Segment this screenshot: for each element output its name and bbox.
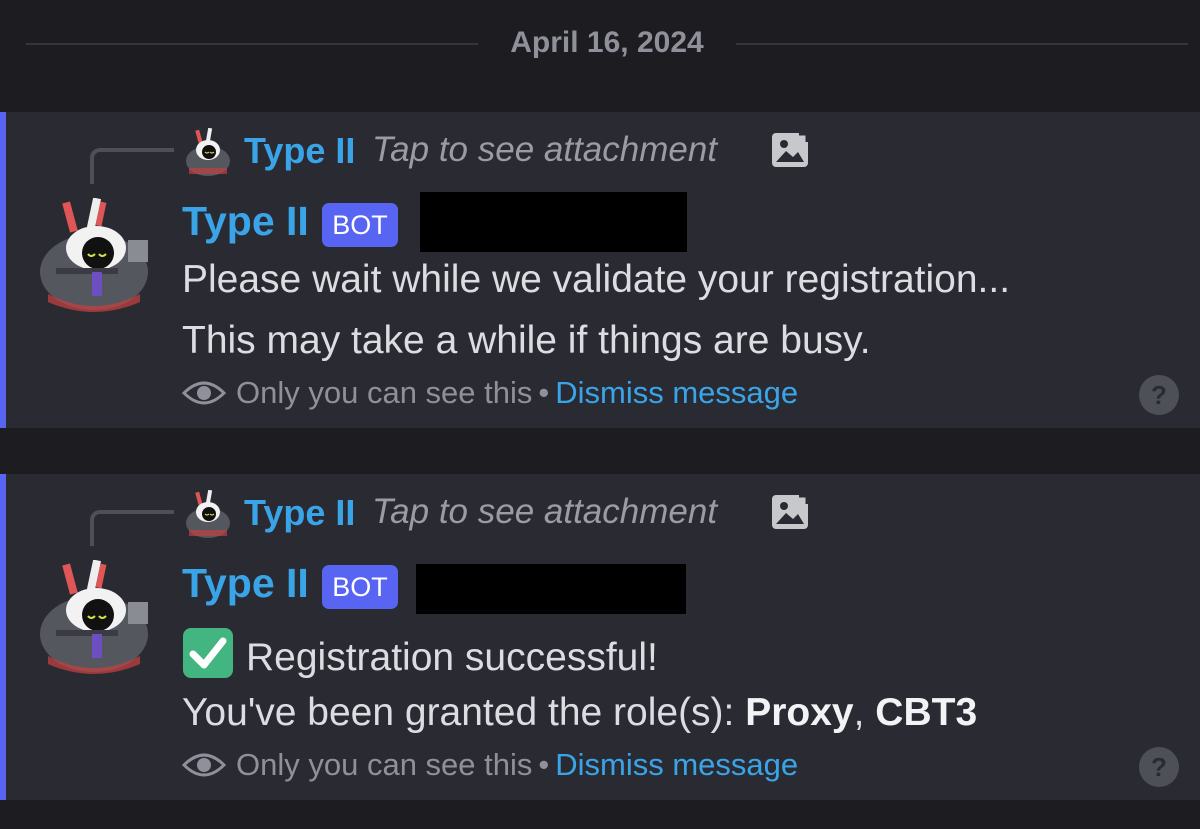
dismiss-message-link[interactable]: Dismiss message	[555, 747, 798, 782]
message-success[interactable]: Type II Tap to see attachment Type II BO…	[0, 474, 1200, 800]
reply-author-name[interactable]: Type II	[244, 492, 355, 534]
reply-avatar[interactable]	[183, 490, 233, 540]
image-icon[interactable]	[771, 132, 809, 168]
date-divider: April 16, 2024	[0, 0, 1200, 90]
separator-dot: •	[538, 747, 550, 782]
image-icon[interactable]	[771, 494, 809, 530]
date-label: April 16, 2024	[510, 26, 704, 59]
reply-connector	[90, 510, 174, 546]
ephemeral-notice: Only you can see this • Dismiss message	[182, 747, 798, 783]
role-separator: ,	[853, 691, 876, 734]
reply-preview-text[interactable]: Tap to see attachment	[372, 130, 717, 170]
help-icon[interactable]: ?	[1138, 746, 1180, 788]
role-cbt3: CBT3	[875, 691, 978, 734]
divider-line-left	[26, 43, 478, 45]
reply-preview-text[interactable]: Tap to see attachment	[372, 492, 717, 532]
reply-author-name[interactable]: Type II	[244, 130, 355, 172]
chat-view: April 16, 2024 Type II Tap to see attach…	[0, 0, 1200, 829]
eye-icon	[182, 753, 226, 777]
svg-text:?: ?	[1151, 380, 1167, 410]
ephemeral-notice: Only you can see this • Dismiss message	[182, 375, 798, 411]
message-line: Registration successful!	[182, 628, 658, 680]
help-icon[interactable]: ?	[1138, 374, 1180, 416]
bot-avatar[interactable]	[36, 198, 154, 316]
svg-text:?: ?	[1151, 752, 1167, 782]
message-line: You've been granted the role(s): Proxy, …	[182, 691, 977, 735]
bot-badge: BOT	[322, 565, 398, 609]
check-mark-icon	[183, 628, 233, 678]
dismiss-message-link[interactable]: Dismiss message	[555, 375, 798, 410]
bot-badge: BOT	[322, 203, 398, 247]
author-name[interactable]: Type II	[182, 198, 309, 245]
divider-line-right	[736, 43, 1188, 45]
message-line: This may take a while if things are busy…	[182, 319, 871, 362]
reply-avatar[interactable]	[183, 128, 233, 178]
message-line: Please wait while we validate your regis…	[182, 258, 1011, 301]
separator-dot: •	[538, 375, 550, 410]
redacted-timestamp	[416, 564, 686, 614]
redacted-timestamp	[420, 192, 687, 252]
ephemeral-text: Only you can see this	[236, 747, 533, 782]
reply-connector	[90, 148, 174, 184]
roles-prefix: You've been granted the role(s):	[182, 691, 746, 734]
success-text: Registration successful!	[246, 636, 658, 679]
role-proxy: Proxy	[745, 691, 854, 734]
message-pending[interactable]: Type II Tap to see attachment Type II BO…	[0, 112, 1200, 428]
highlight-bar	[0, 112, 6, 428]
highlight-bar	[0, 474, 6, 800]
eye-icon	[182, 381, 226, 405]
bot-avatar[interactable]	[36, 560, 154, 678]
author-name[interactable]: Type II	[182, 560, 309, 607]
ephemeral-text: Only you can see this	[236, 375, 533, 410]
